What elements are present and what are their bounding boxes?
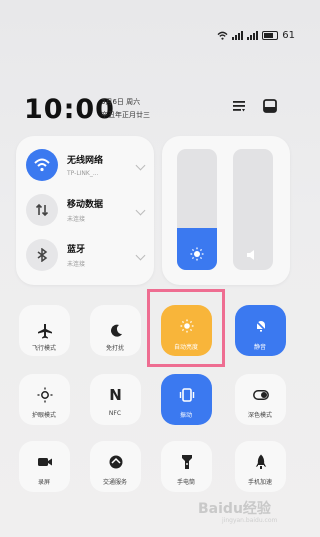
brightness-icon [190, 247, 204, 261]
brightness-slider[interactable] [177, 149, 217, 270]
bluetooth-icon [26, 239, 58, 271]
moon-icon [110, 324, 122, 337]
wifi-subtitle: TP-LINK_... [67, 170, 99, 177]
status-bar: 61 [217, 30, 295, 41]
volume-slider[interactable] [233, 149, 273, 270]
sliders-card [162, 136, 290, 285]
watermark-logo: Baidu经验 [198, 501, 271, 517]
video-camera-icon [37, 457, 52, 466]
flashlight-icon [181, 454, 192, 469]
game-boost-label: 手机加速 [247, 479, 272, 486]
wifi-chevron-icon[interactable] [135, 160, 146, 170]
connectivity-card: 无线网络 TP-LINK_... 移动数据 未连接 蓝牙 未连接 [16, 136, 154, 285]
mobile-data-title: 移动数据 [67, 200, 104, 210]
mobile-data-toggle[interactable]: 移动数据 未连接 [26, 194, 154, 226]
dark-mode-label: 深色模式 [247, 412, 272, 419]
signal-1-icon [232, 31, 244, 40]
edit-tiles-icon[interactable] [231, 98, 247, 114]
signal-2-icon [247, 31, 259, 40]
date-label: 3月6日 周六 [101, 98, 141, 106]
mobile-data-icon [26, 194, 58, 226]
lunar-date-label: 辛丑年正月廿三 [101, 111, 150, 119]
bell-off-icon [254, 319, 267, 332]
speaker-icon [247, 250, 254, 260]
watermark-url: jingyan.baidu.com [222, 517, 278, 524]
airplane-icon [37, 323, 52, 338]
do-not-disturb-label: 免打扰 [105, 345, 124, 352]
bluetooth-subtitle: 未连接 [67, 261, 86, 268]
wallet-label: 交通服务 [102, 479, 127, 486]
mobile-data-subtitle: 未连接 [67, 216, 86, 223]
notification-icon[interactable] [262, 98, 278, 114]
mobile-data-chevron-icon[interactable] [135, 205, 146, 215]
wifi-status-icon [217, 31, 228, 40]
wallet-icon [109, 455, 122, 468]
mute-label: 静音 [253, 344, 266, 351]
wifi-icon [26, 149, 58, 181]
eye-comfort-label: 护眼模式 [31, 412, 56, 419]
wifi-toggle[interactable]: 无线网络 TP-LINK_... [26, 149, 154, 181]
airplane-mode-label: 飞行模式 [31, 345, 56, 352]
bluetooth-title: 蓝牙 [67, 245, 86, 255]
battery-level: 61 [282, 30, 295, 41]
highlight-frame [147, 289, 225, 367]
screen-record-label: 录屏 [37, 479, 50, 486]
rocket-icon [255, 454, 266, 469]
vibrate-icon [179, 387, 194, 402]
nfc-label: NFC [108, 410, 122, 417]
eye-comfort-icon [37, 387, 52, 402]
battery-icon [262, 31, 279, 40]
wifi-title: 无线网络 [67, 156, 104, 166]
flashlight-label: 手电筒 [176, 479, 195, 486]
vibrate-label: 振动 [179, 412, 192, 419]
bluetooth-toggle[interactable]: 蓝牙 未连接 [26, 239, 154, 271]
dark-mode-icon [252, 389, 269, 400]
nfc-icon: N [109, 385, 122, 404]
nfc-tile[interactable]: N [90, 374, 141, 425]
bluetooth-chevron-icon[interactable] [135, 250, 146, 260]
